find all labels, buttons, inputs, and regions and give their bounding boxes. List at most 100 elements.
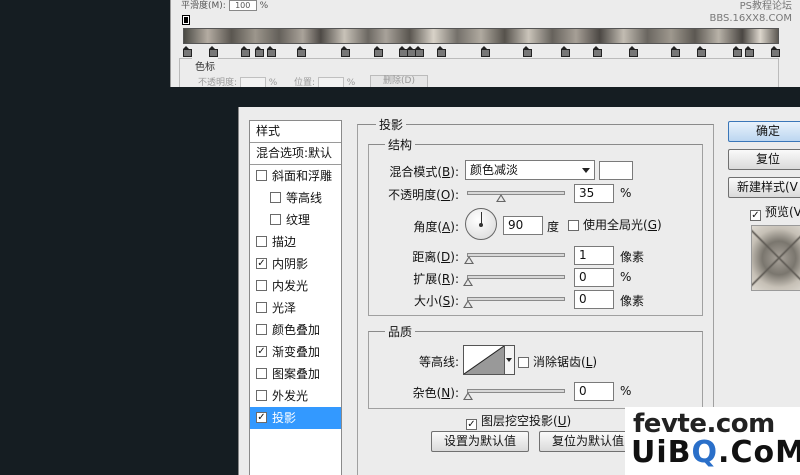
color-stop[interactable]: [407, 46, 416, 57]
opacity-stop[interactable]: [182, 15, 190, 25]
color-stop[interactable]: [267, 46, 276, 57]
color-stop[interactable]: [733, 46, 742, 57]
blend-mode-select[interactable]: 颜色减淡: [465, 160, 595, 180]
noise-input[interactable]: 0: [574, 382, 614, 401]
style-checkbox[interactable]: ✓: [256, 258, 267, 269]
set-default-button[interactable]: 设置为默认值: [431, 431, 529, 452]
style-item-outer-glow[interactable]: 外发光: [250, 385, 341, 407]
style-checkbox[interactable]: [256, 280, 267, 291]
knockout-checkbox-row[interactable]: ✓ 图层挖空投影(U): [466, 412, 571, 430]
shadow-color-swatch[interactable]: [599, 161, 633, 180]
color-stop[interactable]: [745, 46, 754, 57]
delete-stop-button[interactable]: 删除(D): [370, 75, 428, 87]
opacity-input[interactable]: 35: [574, 184, 614, 203]
knockout-checkbox[interactable]: ✓: [466, 419, 477, 430]
style-checkbox[interactable]: [270, 192, 281, 203]
reset-default-button[interactable]: 复位为默认值: [539, 431, 637, 452]
style-list-header[interactable]: 样式: [250, 121, 341, 143]
color-stop[interactable]: [183, 46, 192, 57]
distance-slider-thumb[interactable]: [464, 256, 474, 264]
color-stop[interactable]: [241, 46, 250, 57]
color-stop[interactable]: [255, 46, 264, 57]
style-checkbox[interactable]: ✓: [256, 412, 267, 423]
global-light-checkbox[interactable]: [568, 220, 579, 231]
size-slider[interactable]: [467, 297, 565, 301]
color-stop[interactable]: [697, 46, 706, 57]
style-checkbox[interactable]: [256, 368, 267, 379]
style-item-texture[interactable]: 纹理: [250, 209, 341, 231]
style-item-color-overlay[interactable]: 颜色叠加: [250, 319, 341, 341]
size-label: 大小(S):: [389, 292, 459, 309]
color-stop[interactable]: [209, 46, 218, 57]
wm-part-c: .CoM: [718, 435, 800, 470]
contour-dropdown-button[interactable]: [505, 345, 515, 375]
stop-location-input[interactable]: [317, 77, 344, 87]
style-checkbox[interactable]: [256, 390, 267, 401]
blend-options-item[interactable]: 混合选项:默认: [250, 143, 341, 165]
style-item-gradient-overlay[interactable]: ✓ 渐变叠加: [250, 341, 341, 363]
opacity-slider-thumb[interactable]: [496, 194, 506, 202]
color-stop[interactable]: [523, 46, 532, 57]
style-item-drop-shadow[interactable]: ✓ 投影: [250, 407, 341, 429]
noise-slider[interactable]: [467, 389, 565, 393]
angle-input[interactable]: 90: [503, 216, 543, 235]
angle-paren: ):: [450, 220, 459, 234]
color-stop[interactable]: [399, 46, 408, 57]
size-slider-thumb[interactable]: [463, 300, 473, 308]
color-stop[interactable]: [771, 46, 780, 57]
color-stop[interactable]: [593, 46, 602, 57]
style-item-label: 投影: [272, 411, 297, 425]
ok-button[interactable]: 确定: [728, 121, 800, 142]
color-stop[interactable]: [671, 46, 680, 57]
color-stop[interactable]: [415, 46, 424, 57]
preview-checkbox-row[interactable]: ✓ 预览(V: [750, 203, 800, 221]
style-item-satin[interactable]: 光泽: [250, 297, 341, 319]
style-item-inner-shadow[interactable]: ✓ 内阴影: [250, 253, 341, 275]
contour-preview[interactable]: [463, 345, 505, 375]
style-item-stroke[interactable]: 描边: [250, 231, 341, 253]
style-checkbox[interactable]: [256, 236, 267, 247]
preview-checkbox[interactable]: ✓: [750, 210, 761, 221]
noise-slider-thumb[interactable]: [463, 392, 473, 400]
style-list: 样式 混合选项:默认 斜面和浮雕 等高线 纹理 描边 ✓ 内阴影 内发光 光泽: [249, 120, 342, 475]
color-stop[interactable]: [629, 46, 638, 57]
new-style-button[interactable]: 新建样式(V: [728, 177, 800, 198]
distance-input[interactable]: 1: [574, 246, 614, 265]
style-item-bevel-emboss[interactable]: 斜面和浮雕: [250, 165, 341, 187]
style-item-contour[interactable]: 等高线: [250, 187, 341, 209]
reset-button[interactable]: 复位: [728, 149, 800, 170]
spread-slider-thumb[interactable]: [463, 278, 473, 286]
angle-dial-center: [479, 223, 483, 227]
color-stop[interactable]: [341, 46, 350, 57]
style-item-label: 纹理: [286, 213, 311, 227]
color-stop[interactable]: [561, 46, 570, 57]
distance-key: D: [441, 250, 451, 264]
style-checkbox[interactable]: [270, 214, 281, 225]
style-checkbox[interactable]: [256, 324, 267, 335]
size-input[interactable]: 0: [574, 290, 614, 309]
style-checkbox[interactable]: [256, 170, 267, 181]
color-stop[interactable]: [374, 46, 383, 57]
color-stop[interactable]: [437, 46, 446, 57]
color-stop[interactable]: [297, 46, 306, 57]
color-stop[interactable]: [481, 46, 490, 57]
distance-slider[interactable]: [467, 253, 565, 257]
angle-dial[interactable]: [465, 208, 497, 240]
style-checkbox[interactable]: ✓: [256, 346, 267, 357]
antialias-checkbox[interactable]: [518, 357, 529, 368]
smoothness-row: 平滑度(M): 100 %: [181, 0, 268, 11]
smoothness-input[interactable]: 100: [228, 0, 257, 11]
style-item-pattern-overlay[interactable]: 图案叠加: [250, 363, 341, 385]
gradient-editor-panel: 平滑度(M): 100 % PS教程论坛 BBS.16XX8.COM 色标 不透…: [170, 0, 800, 87]
global-light-checkbox-row[interactable]: 使用全局光(G): [568, 216, 662, 233]
style-item-inner-glow[interactable]: 内发光: [250, 275, 341, 297]
style-item-label: 颜色叠加: [272, 323, 321, 337]
gradient-bar[interactable]: [183, 28, 779, 44]
spread-slider[interactable]: [467, 275, 565, 279]
opacity-slider[interactable]: [467, 191, 565, 195]
antialias-checkbox-row[interactable]: 消除锯齿(L): [518, 353, 597, 370]
spread-input[interactable]: 0: [574, 268, 614, 287]
spread-label: 扩展(R):: [389, 270, 459, 287]
stop-opacity-input[interactable]: [239, 77, 266, 87]
style-checkbox[interactable]: [256, 302, 267, 313]
